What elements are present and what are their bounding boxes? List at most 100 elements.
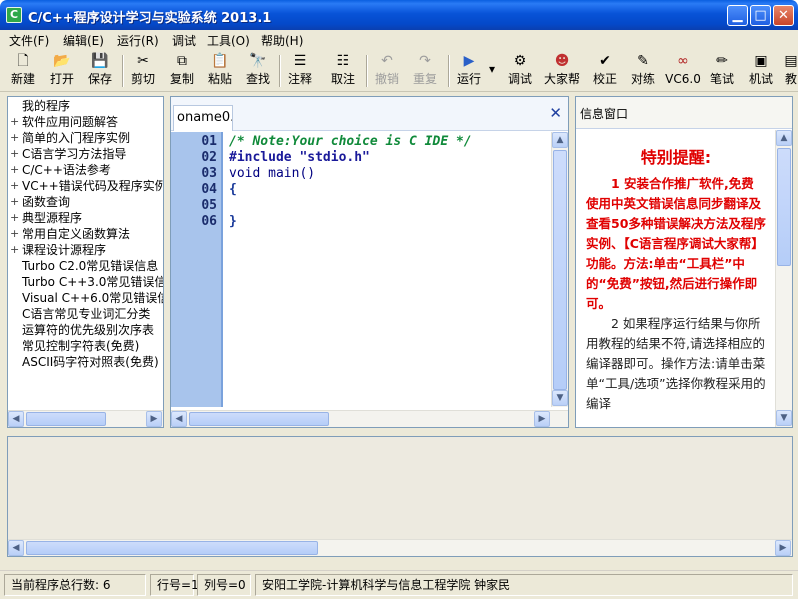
tree-expander-icon[interactable]: + bbox=[10, 130, 19, 146]
practice-button[interactable]: ✎ 对练 bbox=[628, 51, 658, 91]
maximize-button[interactable]: □ bbox=[750, 5, 771, 26]
paste-button[interactable]: 📋 粘贴 bbox=[205, 51, 235, 91]
tab-file[interactable]: oname0. bbox=[173, 105, 233, 131]
tree-item[interactable]: + C语言学习方法指导 bbox=[8, 146, 163, 162]
open-button[interactable]: 📂 打开 bbox=[47, 51, 77, 91]
scroll-up-icon[interactable]: ▲ bbox=[776, 130, 792, 146]
menu-debug[interactable]: 调试 bbox=[172, 32, 196, 49]
tree-item[interactable]: Turbo C2.0常见错误信息 bbox=[8, 258, 163, 274]
teach-button[interactable]: ▤ 教 bbox=[784, 51, 798, 91]
output-pane[interactable]: ◀ ▶ bbox=[7, 436, 793, 557]
check-button[interactable]: ✔ 校正 bbox=[590, 51, 620, 91]
scroll-thumb[interactable] bbox=[553, 150, 567, 390]
tree-item[interactable]: ASCII码字符对照表(免费) bbox=[8, 354, 163, 370]
tree-item[interactable]: + 典型源程序 bbox=[8, 210, 163, 226]
paste-icon: 📋 bbox=[211, 53, 229, 69]
program-tree[interactable]: 我的程序 + 软件应用问题解答 + 简单的入门程序实例 + C语言学习方法指导 + C/… bbox=[7, 96, 164, 428]
debug-button[interactable]: ⚙ 调试 bbox=[505, 51, 535, 91]
close-icon[interactable]: ✕ bbox=[549, 104, 562, 122]
tree-expander-icon[interactable]: + bbox=[10, 194, 19, 210]
undo-button[interactable]: ↶ 撤销 bbox=[372, 51, 402, 91]
title-bar: C C/C++程序设计学习与实验系统 2013.1 ▁ □ ✕ bbox=[0, 0, 798, 30]
info-vertical-scrollbar[interactable]: ▲ ▼ bbox=[775, 130, 792, 427]
cut-button[interactable]: ✂ 剪切 bbox=[128, 51, 158, 91]
chevron-down-icon: ▾ bbox=[488, 62, 496, 76]
app-icon: C bbox=[6, 7, 22, 23]
tree-item[interactable]: 我的程序 bbox=[8, 98, 163, 114]
tree-item[interactable]: + C/C++语法参考 bbox=[8, 162, 163, 178]
code-editor: oname0. ✕ 01 02 03 04 05 06 /* Note:Your… bbox=[170, 96, 569, 428]
menu-tools[interactable]: 工具(O) bbox=[207, 32, 250, 49]
scroll-down-icon[interactable]: ▼ bbox=[552, 390, 568, 406]
editor-horizontal-scrollbar[interactable]: ◀ ▶ bbox=[171, 410, 568, 427]
line-number: 03 bbox=[201, 166, 217, 181]
tree-expander-icon[interactable]: + bbox=[10, 226, 19, 242]
scroll-left-icon[interactable]: ◀ bbox=[171, 411, 187, 427]
tree-item[interactable]: + 简单的入门程序实例 bbox=[8, 130, 163, 146]
output-horizontal-scrollbar[interactable]: ◀ ▶ bbox=[8, 539, 792, 556]
tree-expander-icon[interactable]: + bbox=[10, 210, 19, 226]
scroll-thumb[interactable] bbox=[26, 412, 106, 426]
tree-item[interactable]: + 函数查询 bbox=[8, 194, 163, 210]
vc6-button[interactable]: ∞ VC6.0 bbox=[665, 51, 701, 91]
info-window: 信息窗口 特别提醒: 1 安装合作推广软件,免费使用中英文错误信息同步翻译及查看… bbox=[575, 96, 793, 428]
tree-item[interactable]: + 课程设计源程序 bbox=[8, 242, 163, 258]
tree-item[interactable]: C语言常见专业词汇分类 bbox=[8, 306, 163, 322]
open-folder-icon: 📂 bbox=[53, 53, 71, 69]
menu-file[interactable]: 文件(F) bbox=[9, 32, 49, 49]
minimize-button[interactable]: ▁ bbox=[727, 5, 748, 26]
tree-expander-icon[interactable]: + bbox=[10, 178, 19, 194]
scroll-left-icon[interactable]: ◀ bbox=[8, 411, 24, 427]
copy-button[interactable]: ⧉ 复制 bbox=[167, 51, 197, 91]
toolbar-separator bbox=[366, 55, 368, 87]
find-button[interactable]: 🔭 查找 bbox=[243, 51, 273, 91]
tree-expander-icon[interactable]: + bbox=[10, 146, 19, 162]
tree-item[interactable]: 运算符的优先级别次序表 bbox=[8, 322, 163, 338]
written-test-button[interactable]: ✏ 笔试 bbox=[707, 51, 737, 91]
menu-run[interactable]: 运行(R) bbox=[117, 32, 159, 49]
uncomment-icon: ☷ bbox=[336, 53, 350, 69]
tree-expander-icon[interactable]: + bbox=[10, 162, 19, 178]
computer-test-button[interactable]: ▣ 机试 bbox=[746, 51, 776, 91]
scroll-thumb[interactable] bbox=[777, 148, 791, 266]
redo-button[interactable]: ↷ 重复 bbox=[410, 51, 440, 91]
tree-horizontal-scrollbar[interactable]: ◀ ▶ bbox=[8, 410, 163, 427]
tree-expander-icon[interactable]: + bbox=[10, 114, 19, 130]
tree-item[interactable]: Visual C++6.0常见错误信息 bbox=[8, 290, 163, 306]
copy-icon: ⧉ bbox=[177, 53, 187, 69]
code-line: { bbox=[229, 182, 237, 197]
run-button[interactable]: ▶ 运行 bbox=[453, 51, 485, 91]
tree-item[interactable]: Turbo C++3.0常见错误信息 bbox=[8, 274, 163, 290]
status-row: 行号=1 bbox=[150, 574, 199, 596]
tree-item[interactable]: 常见控制字符表(免费) bbox=[8, 338, 163, 354]
help-people-button[interactable]: ☻ 大家帮 bbox=[542, 51, 582, 91]
status-total-lines: 当前程序总行数: 6 bbox=[4, 574, 146, 596]
pen-icon: ✏ bbox=[716, 53, 728, 69]
scroll-up-icon[interactable]: ▲ bbox=[552, 132, 568, 148]
code-text-area[interactable]: /* Note:Your choice is C IDE */ #include… bbox=[225, 132, 551, 407]
uncomment-button[interactable]: ☷ 取注 bbox=[328, 51, 358, 91]
new-button[interactable]: 🗋 新建 bbox=[8, 51, 38, 91]
scroll-right-icon[interactable]: ▶ bbox=[534, 411, 550, 427]
save-icon: 💾 bbox=[91, 53, 109, 69]
close-button[interactable]: ✕ bbox=[773, 5, 794, 26]
help-people-icon: ☻ bbox=[554, 53, 570, 69]
info-window-title: 信息窗口 bbox=[576, 97, 792, 129]
scroll-left-icon[interactable]: ◀ bbox=[8, 540, 24, 556]
scroll-right-icon[interactable]: ▶ bbox=[146, 411, 162, 427]
editor-vertical-scrollbar[interactable]: ▲ ▼ bbox=[551, 132, 568, 407]
scroll-thumb[interactable] bbox=[189, 412, 329, 426]
menu-edit[interactable]: 编辑(E) bbox=[63, 32, 104, 49]
tree-expander-icon[interactable]: + bbox=[10, 242, 19, 258]
tree-item[interactable]: + 常用自定义函数算法 bbox=[8, 226, 163, 242]
status-author: 安阳工学院-计算机科学与信息工程学院 钟家民 bbox=[255, 574, 793, 596]
save-button[interactable]: 💾 保存 bbox=[85, 51, 115, 91]
menu-help[interactable]: 帮助(H) bbox=[261, 32, 303, 49]
scroll-thumb[interactable] bbox=[26, 541, 318, 555]
scroll-right-icon[interactable]: ▶ bbox=[775, 540, 791, 556]
tree-item[interactable]: + 软件应用问题解答 bbox=[8, 114, 163, 130]
scroll-down-icon[interactable]: ▼ bbox=[776, 410, 792, 426]
comment-button[interactable]: ☰ 注释 bbox=[285, 51, 315, 91]
tree-item[interactable]: + VC++错误代码及程序实例 bbox=[8, 178, 163, 194]
info-paragraph-2: 2 如果程序运行结果与你所用教程的结果不符,请选择相应的编译器即可。操作方法:请… bbox=[586, 316, 766, 410]
